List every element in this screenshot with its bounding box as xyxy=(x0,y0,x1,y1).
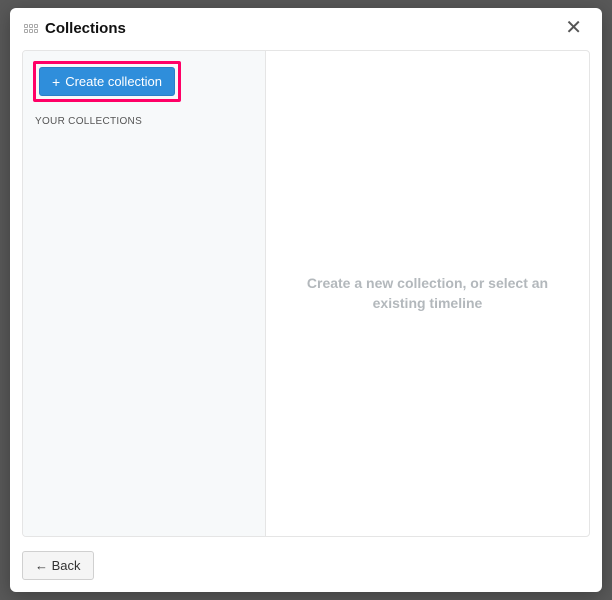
modal-footer: ← Back xyxy=(10,545,602,592)
modal-body: + Create collection YOUR COLLECTIONS Cre… xyxy=(22,50,590,537)
plus-icon: + xyxy=(52,75,60,89)
create-collection-button[interactable]: + Create collection xyxy=(39,67,175,96)
your-collections-label: YOUR COLLECTIONS xyxy=(35,116,255,127)
close-icon: ✕ xyxy=(565,17,582,39)
back-button[interactable]: ← Back xyxy=(22,551,94,580)
modal-title: Collections xyxy=(45,20,126,37)
collections-modal: Collections ✕ + Create collection YOUR C… xyxy=(10,8,602,592)
sidebar: + Create collection YOUR COLLECTIONS xyxy=(23,51,266,536)
main-panel: Create a new collection, or select an ex… xyxy=(266,51,589,536)
back-button-label: ← Back xyxy=(35,558,81,573)
close-button[interactable]: ✕ xyxy=(559,16,588,40)
modal-header: Collections ✕ xyxy=(10,8,602,44)
header-left: Collections xyxy=(24,20,126,37)
create-button-highlight: + Create collection xyxy=(33,61,181,102)
placeholder-text: Create a new collection, or select an ex… xyxy=(286,274,569,313)
collections-icon xyxy=(24,24,38,33)
create-button-label: Create collection xyxy=(65,74,162,89)
